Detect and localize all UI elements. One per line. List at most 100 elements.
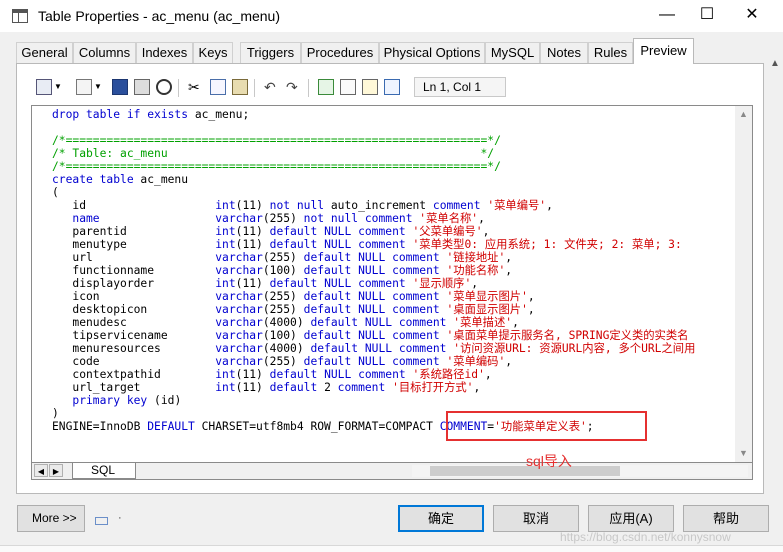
code-token: '显示顺序' (405, 277, 472, 290)
checkbox-icon[interactable] (384, 79, 400, 95)
code-token: (11) (235, 238, 270, 251)
ok-button[interactable]: 确定 (398, 505, 484, 532)
find-icon[interactable] (156, 79, 172, 95)
redo-icon[interactable]: ↷ (286, 79, 302, 95)
sql-editor[interactable]: drop table if exists ac_menu; /*========… (31, 105, 753, 463)
save-icon[interactable] (112, 79, 128, 95)
more-button[interactable]: More >> (17, 505, 85, 532)
code-token: (11) (235, 277, 270, 290)
code-line[interactable]: id int(11) not null auto_increment comme… (52, 199, 695, 212)
chevron-down-icon[interactable]: ▼ (54, 79, 62, 95)
code-line[interactable]: contextpathid int(11) default NULL comme… (52, 368, 695, 381)
tab-scroll-icon[interactable]: ▲ (770, 58, 780, 69)
edit-with-icon[interactable] (362, 79, 378, 95)
code-token: int (215, 381, 236, 394)
tab-preview[interactable]: Preview (633, 38, 694, 64)
code-line[interactable]: desktopicon varchar(255) default NULL co… (52, 303, 695, 316)
code-token: '功能名称' (439, 264, 506, 277)
properties-icon[interactable] (36, 79, 52, 95)
scroll-thumb[interactable] (430, 466, 620, 476)
code-line[interactable]: url_target int(11) default 2 comment '目标… (52, 381, 695, 394)
code-line[interactable]: primary key (id) (52, 394, 695, 407)
code-token: create table (52, 173, 134, 186)
code-line[interactable]: drop table if exists ac_menu; (52, 108, 695, 121)
copy-icon[interactable] (210, 79, 226, 95)
undo-icon[interactable]: ↶ (264, 79, 280, 95)
code-line[interactable]: url varchar(255) default NULL comment '链… (52, 251, 695, 264)
code-line[interactable]: icon varchar(255) default NULL comment '… (52, 290, 695, 303)
code-line[interactable]: name varchar(255) not null comment '菜单名称… (52, 212, 695, 225)
code-line[interactable]: parentid int(11) default NULL comment '父… (52, 225, 695, 238)
code-token: /* Table: ac_menu */ (52, 147, 495, 160)
code-token: , (471, 277, 479, 290)
code-token: '菜单编号' (480, 199, 547, 212)
code-token: (11) (235, 368, 270, 381)
maximize-button[interactable]: ☐ (684, 0, 730, 32)
print-icon[interactable] (134, 79, 150, 95)
help-button[interactable]: 帮助 (683, 505, 769, 532)
code-line[interactable]: displayorder int(11) default NULL commen… (52, 277, 695, 290)
code-token: default NULL comment (269, 277, 406, 290)
chevron-down-icon[interactable]: ▼ (94, 79, 102, 95)
code-token: code (52, 355, 216, 368)
code-token: default NULL comment (303, 329, 440, 342)
code-token: default NULL comment (269, 368, 406, 381)
tab-triggers[interactable]: Triggers (240, 42, 301, 63)
window-title: Table Properties - ac_menu (ac_menu) (38, 8, 281, 24)
edit-icon[interactable] (76, 79, 92, 95)
cancel-button[interactable]: 取消 (493, 505, 579, 532)
tab-indexes[interactable]: Indexes (136, 42, 193, 63)
close-button[interactable]: ✕ (729, 0, 775, 32)
code-line[interactable]: create table ac_menu (52, 173, 695, 186)
code-line[interactable]: menudesc varchar(4000) default NULL comm… (52, 316, 695, 329)
code-line[interactable]: menutype int(11) default NULL comment '菜… (52, 238, 695, 251)
window-icon[interactable] (95, 517, 108, 525)
first-tab-icon[interactable]: ◀ (34, 464, 48, 477)
refresh-icon[interactable] (318, 79, 334, 95)
code-line[interactable]: /* Table: ac_menu */ (52, 147, 695, 160)
tab-sql[interactable]: SQL (72, 463, 136, 479)
horizontal-scrollbar[interactable] (412, 465, 748, 477)
code-token: , (482, 225, 490, 238)
tab-general[interactable]: General (16, 42, 73, 63)
code-token: tipservicename (52, 329, 216, 342)
code-token: drop table if exists (52, 108, 189, 121)
paste-icon[interactable] (232, 79, 248, 95)
code-token: '访问资源URL: 资源URL内容, 多个URL之间用 (446, 342, 696, 355)
tab-columns[interactable]: Columns (73, 42, 136, 63)
tab-keys[interactable]: Keys (193, 42, 233, 63)
tab-physical-options[interactable]: Physical Options (379, 42, 485, 63)
code-line[interactable] (52, 121, 695, 134)
tab-procedures[interactable]: Procedures (301, 42, 379, 63)
tab-notes[interactable]: Notes (540, 42, 588, 63)
code-token: , (527, 303, 535, 316)
sql-code[interactable]: drop table if exists ac_menu; /*========… (52, 108, 695, 433)
code-token: icon (52, 290, 216, 303)
code-line[interactable]: functionname varchar(100) default NULL c… (52, 264, 695, 277)
scroll-up-icon[interactable]: ▲ (735, 106, 752, 123)
code-token: varchar (215, 303, 263, 316)
code-token: not null (269, 199, 325, 212)
code-token: menuresources (52, 342, 216, 355)
scroll-down-icon[interactable]: ▼ (735, 445, 752, 462)
code-token: '菜单编码' (439, 355, 506, 368)
table-icon (12, 9, 28, 23)
code-token: name (72, 212, 100, 225)
apply-button[interactable]: 应用(A) (588, 505, 674, 532)
cut-icon[interactable]: ✂ (188, 79, 204, 95)
code-line[interactable]: /*======================================… (52, 160, 695, 173)
insert-icon[interactable] (340, 79, 356, 95)
vertical-scrollbar[interactable]: ▲ ▼ (735, 106, 752, 462)
code-line[interactable]: ( (52, 186, 695, 199)
code-line[interactable]: menuresources varchar(4000) default NULL… (52, 342, 695, 355)
code-token: /*======================================… (52, 160, 501, 173)
code-line[interactable]: /*======================================… (52, 134, 695, 147)
code-line[interactable]: tipservicename varchar(100) default NULL… (52, 329, 695, 342)
code-token: contextpathid (52, 368, 216, 381)
tab-rules[interactable]: Rules (588, 42, 633, 63)
code-token: '菜单名称' (412, 212, 479, 225)
code-line[interactable]: code varchar(255) default NULL comment '… (52, 355, 695, 368)
tab-mysql[interactable]: MySQL (485, 42, 540, 63)
next-tab-icon[interactable]: ▶ (49, 464, 63, 477)
